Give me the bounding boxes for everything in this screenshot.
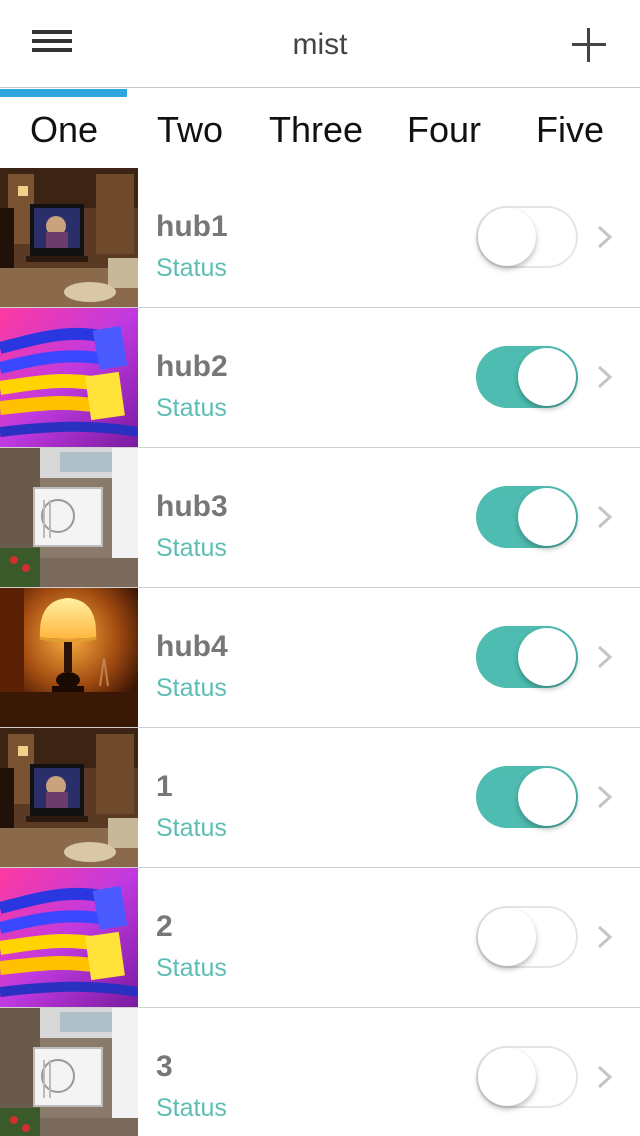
hub-name: hub3 bbox=[156, 490, 228, 523]
chevron-right-icon[interactable] bbox=[592, 924, 618, 950]
nav-bar: mist bbox=[0, 0, 640, 88]
toggle-knob bbox=[518, 768, 576, 826]
chevron-right-icon[interactable] bbox=[592, 644, 618, 670]
plus-icon[interactable] bbox=[566, 22, 614, 70]
hub-status: Status bbox=[156, 534, 227, 562]
hub-thumbnail bbox=[0, 448, 138, 587]
tab-one[interactable]: One bbox=[0, 109, 128, 151]
hub-name: hub4 bbox=[156, 630, 228, 663]
hub-status: Status bbox=[156, 954, 227, 982]
list-item[interactable]: hub4 Status bbox=[0, 588, 640, 728]
hub-status: Status bbox=[156, 814, 227, 842]
hub-thumbnail bbox=[0, 308, 138, 447]
hub-toggle-switch[interactable] bbox=[476, 626, 578, 688]
hub-thumbnail bbox=[0, 588, 138, 727]
list-item[interactable]: hub1 Status bbox=[0, 168, 640, 308]
list-item[interactable]: hub3 Status bbox=[0, 448, 640, 588]
tab-four[interactable]: Four bbox=[380, 109, 508, 151]
hub-thumbnail bbox=[0, 168, 138, 307]
hub-name: hub2 bbox=[156, 350, 228, 383]
hub-thumbnail bbox=[0, 728, 138, 867]
hub-toggle-switch[interactable] bbox=[476, 1046, 578, 1108]
chevron-right-icon[interactable] bbox=[592, 364, 618, 390]
toggle-knob bbox=[518, 348, 576, 406]
hub-thumbnail bbox=[0, 1008, 138, 1136]
toggle-knob bbox=[478, 208, 536, 266]
hub-status: Status bbox=[156, 394, 227, 422]
hub-toggle-switch[interactable] bbox=[476, 766, 578, 828]
list-item[interactable]: hub2 Status bbox=[0, 308, 640, 448]
hub-toggle-switch[interactable] bbox=[476, 906, 578, 968]
hub-status: Status bbox=[156, 674, 227, 702]
hub-name: 1 bbox=[156, 770, 173, 803]
chevron-right-icon[interactable] bbox=[592, 784, 618, 810]
chevron-right-icon[interactable] bbox=[592, 1064, 618, 1090]
hub-name: hub1 bbox=[156, 210, 228, 243]
toggle-knob bbox=[518, 488, 576, 546]
hub-toggle-switch[interactable] bbox=[476, 206, 578, 268]
hub-toggle-switch[interactable] bbox=[476, 486, 578, 548]
chevron-right-icon[interactable] bbox=[592, 504, 618, 530]
toggle-knob bbox=[478, 1048, 536, 1106]
list-item[interactable]: 1 Status bbox=[0, 728, 640, 868]
hub-status: Status bbox=[156, 254, 227, 282]
tab-bar: One Two Three Four Five bbox=[0, 89, 640, 168]
tab-selected-indicator bbox=[0, 89, 127, 97]
hub-thumbnail bbox=[0, 868, 138, 1007]
page-title: mist bbox=[292, 28, 348, 61]
toggle-knob bbox=[478, 908, 536, 966]
hub-toggle-switch[interactable] bbox=[476, 346, 578, 408]
hub-status: Status bbox=[156, 1094, 227, 1122]
tab-three[interactable]: Three bbox=[252, 109, 380, 151]
hub-name: 3 bbox=[156, 1050, 173, 1083]
toggle-knob bbox=[518, 628, 576, 686]
hub-list: hub1 Status hub2 Status hub3 Status hub4 Status… bbox=[0, 168, 640, 1136]
list-item[interactable]: 3 Status bbox=[0, 1008, 640, 1136]
tab-five[interactable]: Five bbox=[506, 109, 634, 151]
tab-two[interactable]: Two bbox=[126, 109, 254, 151]
chevron-right-icon[interactable] bbox=[592, 224, 618, 250]
list-item[interactable]: 2 Status bbox=[0, 868, 640, 1008]
hub-name: 2 bbox=[156, 910, 173, 943]
